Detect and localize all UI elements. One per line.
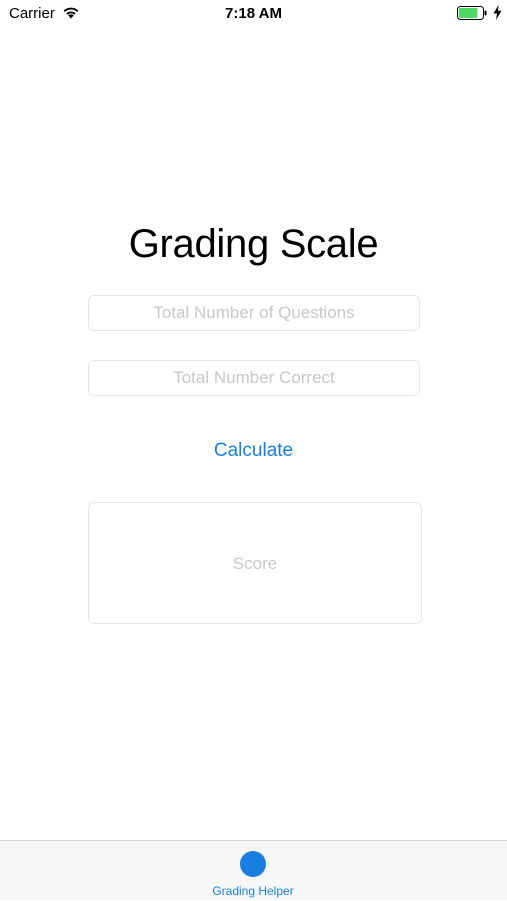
score-placeholder: Score bbox=[232, 554, 278, 573]
charging-bolt-icon bbox=[493, 5, 502, 20]
score-display: Score bbox=[88, 502, 422, 624]
tab-bar: Grading Helper bbox=[0, 840, 507, 900]
total-correct-field[interactable] bbox=[88, 360, 420, 396]
page-title: Grading Scale bbox=[128, 222, 379, 266]
status-bar: Carrier 7:18 AM bbox=[0, 0, 507, 28]
status-time: 7:18 AM bbox=[225, 5, 282, 22]
calculate-button[interactable]: Calculate bbox=[0, 437, 507, 465]
tab-label: Grading Helper bbox=[212, 884, 294, 898]
tab-grading-helper[interactable]: Grading Helper bbox=[178, 841, 328, 901]
circle-icon bbox=[240, 851, 266, 877]
battery-icon bbox=[457, 6, 487, 20]
total-questions-field[interactable] bbox=[88, 295, 420, 331]
